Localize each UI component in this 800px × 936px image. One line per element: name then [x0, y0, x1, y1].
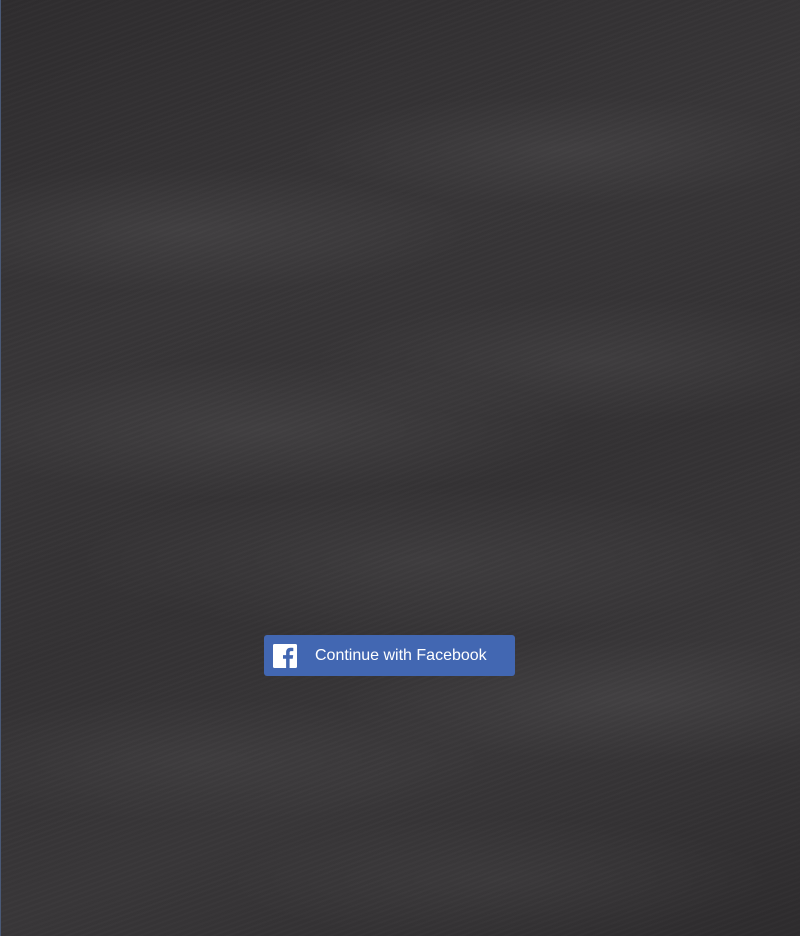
continue-with-facebook-button[interactable]: Continue with Facebook — [264, 635, 515, 676]
facebook-button-label: Continue with Facebook — [315, 647, 487, 664]
facebook-icon — [273, 644, 297, 668]
chalkboard-background — [0, 0, 800, 936]
window-left-edge — [0, 0, 1, 936]
